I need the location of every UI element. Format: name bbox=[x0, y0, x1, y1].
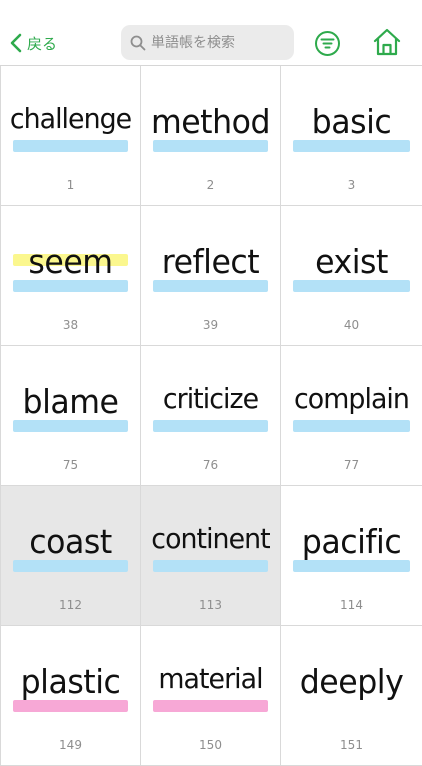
back-button[interactable]: 戻る bbox=[10, 28, 57, 58]
word-text: seem bbox=[28, 242, 113, 281]
search-input[interactable] bbox=[151, 34, 291, 51]
word-card[interactable]: plastic 149 bbox=[0, 626, 141, 766]
highlight-marker bbox=[153, 420, 268, 432]
highlight-marker bbox=[153, 280, 268, 292]
word-card[interactable]: seem 38 bbox=[0, 206, 141, 346]
highlight-marker bbox=[153, 140, 268, 152]
word-text: pacific bbox=[301, 522, 402, 561]
word-text: criticize bbox=[162, 382, 259, 415]
home-icon bbox=[373, 28, 401, 56]
word-number: 1 bbox=[66, 178, 75, 192]
word-card[interactable]: continent 113 bbox=[141, 486, 281, 626]
chevron-left-icon bbox=[10, 33, 22, 53]
word-number: 75 bbox=[62, 458, 79, 472]
highlight-marker bbox=[13, 420, 128, 432]
word-number: 38 bbox=[62, 318, 79, 332]
word-text: method bbox=[150, 102, 271, 141]
word-text: complain bbox=[294, 382, 410, 415]
word-card[interactable]: basic 3 bbox=[281, 66, 422, 206]
word-card[interactable]: pacific 114 bbox=[281, 486, 422, 626]
word-text: exist bbox=[315, 242, 388, 281]
word-number: 40 bbox=[343, 318, 360, 332]
word-number: 2 bbox=[206, 178, 215, 192]
word-card[interactable]: criticize 76 bbox=[141, 346, 281, 486]
word-number: 76 bbox=[202, 458, 219, 472]
word-text: basic bbox=[311, 102, 392, 141]
highlight-marker bbox=[293, 280, 410, 292]
back-label: 戻る bbox=[27, 34, 58, 53]
word-number: 39 bbox=[202, 318, 219, 332]
word-card-grid: challenge 1 method 2 basic 3 seem 38 reflect 39 ex… bbox=[0, 66, 422, 766]
word-text: plastic bbox=[20, 662, 121, 701]
word-number: 3 bbox=[347, 178, 356, 192]
word-number: 77 bbox=[343, 458, 360, 472]
word-number: 113 bbox=[199, 598, 222, 612]
filter-icon bbox=[315, 31, 340, 56]
filter-button[interactable] bbox=[314, 30, 341, 57]
word-text: challenge bbox=[9, 102, 132, 135]
word-card[interactable]: exist 40 bbox=[281, 206, 422, 346]
highlight-marker bbox=[13, 140, 128, 152]
word-card[interactable]: coast 112 bbox=[0, 486, 141, 626]
word-text: blame bbox=[22, 382, 119, 421]
word-number: 112 bbox=[59, 598, 82, 612]
word-number: 114 bbox=[340, 598, 363, 612]
word-text: reflect bbox=[161, 242, 260, 281]
word-text: continent bbox=[151, 522, 270, 555]
highlight-marker bbox=[293, 560, 410, 572]
highlight-marker bbox=[293, 420, 410, 432]
highlight-marker bbox=[13, 700, 128, 712]
word-card[interactable]: complain 77 bbox=[281, 346, 422, 486]
word-card[interactable]: deeply 151 bbox=[281, 626, 422, 766]
highlight-marker bbox=[153, 700, 268, 712]
word-card[interactable]: reflect 39 bbox=[141, 206, 281, 346]
word-card[interactable]: material 150 bbox=[141, 626, 281, 766]
word-card[interactable]: blame 75 bbox=[0, 346, 141, 486]
highlight-marker bbox=[13, 280, 128, 292]
word-text: deeply bbox=[299, 662, 404, 701]
home-button[interactable] bbox=[372, 27, 402, 57]
highlight-marker bbox=[153, 560, 268, 572]
word-text: material bbox=[158, 662, 263, 695]
highlight-marker bbox=[13, 560, 128, 572]
word-card[interactable]: challenge 1 bbox=[0, 66, 141, 206]
word-text: coast bbox=[29, 522, 112, 561]
highlight-marker bbox=[293, 140, 410, 152]
top-navigation-bar: 戻る bbox=[0, 0, 422, 66]
search-bar[interactable] bbox=[121, 25, 294, 60]
search-icon bbox=[130, 35, 146, 50]
word-card[interactable]: method 2 bbox=[141, 66, 281, 206]
